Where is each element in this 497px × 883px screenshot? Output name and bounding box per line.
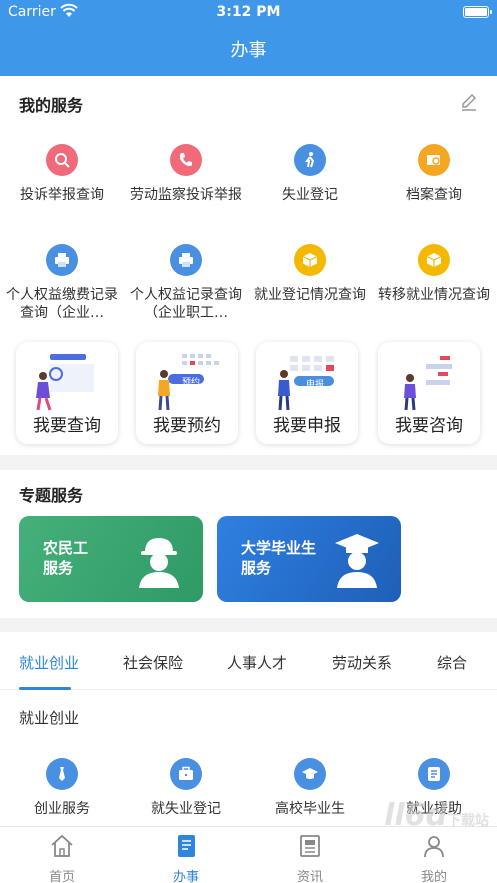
query-illustration	[36, 354, 94, 411]
home-icon	[51, 834, 73, 857]
graduates-banner[interactable]: 大学毕业生 服务	[217, 516, 401, 602]
service-archive-query[interactable]: 档案查询	[372, 144, 496, 204]
topic-section: 专题服务 农民工 服务 大学毕业生 服务	[0, 470, 497, 618]
nav-news[interactable]: 资讯	[270, 833, 350, 883]
card-consult[interactable]: 我要咨询	[378, 342, 480, 444]
service-label: 就业登记情况查询	[254, 287, 366, 303]
service-transfer-employment[interactable]: 转移就业情况查询	[372, 244, 496, 304]
card-label: 我要查询	[33, 416, 101, 436]
printer-icon	[170, 244, 202, 276]
user-icon	[424, 836, 444, 858]
service-rights-payment[interactable]: 个人权益缴费记录查询（企业…	[0, 244, 124, 322]
briefcase-icon	[170, 758, 202, 790]
banner-line2: 服务	[241, 559, 272, 577]
tab-social-insurance[interactable]: 社会保险	[123, 652, 183, 673]
card-declare[interactable]: 申报 我要申报	[256, 342, 358, 444]
tab-general[interactable]: 综合	[437, 652, 467, 673]
page-title: 办事	[230, 40, 267, 61]
card-label: 我要申报	[273, 416, 341, 436]
nav-label: 我的	[420, 870, 447, 883]
bottom-nav: 首页 办事 资讯 我的	[0, 826, 497, 883]
service-label: 创业服务	[34, 801, 90, 817]
tab-hr-talent[interactable]: 人事人才	[227, 652, 287, 673]
consult-illustration	[404, 356, 452, 411]
tab-employment[interactable]: 就业创业	[19, 652, 79, 673]
banner-line1: 农民工	[43, 539, 89, 557]
my-services-title: 我的服务	[19, 96, 84, 115]
clock: 3:12 PM	[216, 4, 281, 20]
box-icon	[418, 244, 450, 276]
declare-tag: 申报	[306, 380, 325, 390]
battery-icon	[463, 6, 492, 18]
news-icon	[300, 835, 320, 857]
appointment-tag: 预约	[182, 378, 201, 388]
service-complaint-query[interactable]: 投诉举报查询	[0, 144, 124, 204]
tab-active-indicator	[19, 687, 71, 690]
graduation-cap-icon	[294, 758, 326, 790]
worker-helmet-icon	[139, 538, 179, 588]
tie-icon	[46, 758, 78, 790]
service-label: 个人权益缴费记录查询（企业…	[6, 287, 118, 321]
service-label: 就失业登记	[151, 801, 221, 817]
category-subhead: 就业创业	[19, 709, 80, 727]
card-label: 我要预约	[153, 416, 221, 436]
phone-icon	[170, 144, 202, 176]
service-label: 失业登记	[282, 187, 338, 203]
service-rights-record[interactable]: 个人权益记录查询（企业职工…	[124, 244, 248, 322]
service-label: 劳动监察投诉举报	[130, 187, 242, 203]
person-walking-icon	[294, 144, 326, 176]
banner-line1: 大学毕业生	[241, 539, 317, 557]
card-appointment[interactable]: 预约 我要预约	[136, 342, 238, 444]
nav-label: 资讯	[296, 870, 323, 883]
graduate-cap-icon	[335, 534, 379, 588]
service-label: 投诉举报查询	[20, 187, 104, 203]
service-labor-inspection[interactable]: 劳动监察投诉举报	[124, 144, 248, 204]
service-unemployment-reg[interactable]: 失业登记	[248, 144, 372, 204]
service-label: 高校毕业生	[275, 801, 345, 817]
document-icon	[418, 758, 450, 790]
printer-icon	[46, 244, 78, 276]
nav-affairs[interactable]: 办事	[146, 833, 226, 883]
nav-label: 首页	[48, 870, 75, 883]
service-employment-reg-query[interactable]: 就业登记情况查询	[248, 244, 372, 304]
nav-mine[interactable]: 我的	[394, 833, 474, 883]
service-graduates[interactable]: 高校毕业生	[248, 758, 372, 818]
search-magnifier-icon	[46, 144, 78, 176]
service-label: 转移就业情况查询	[378, 287, 490, 303]
card-query[interactable]: 我要查询	[16, 342, 118, 444]
box-icon	[294, 244, 326, 276]
tab-labor-relations[interactable]: 劳动关系	[332, 652, 392, 673]
category-tabs: 就业创业 社会保险 人事人才 劳动关系 综合	[0, 632, 497, 690]
service-label: 个人权益记录查询（企业职工…	[130, 287, 242, 321]
edit-icon[interactable]	[459, 92, 479, 112]
my-services-section: 我的服务 投诉举报查询 劳动监察投诉举报 失业登记 档案查询 个人权益缴费记录查…	[0, 76, 497, 455]
banner-line2: 服务	[43, 559, 74, 577]
migrant-workers-banner[interactable]: 农民工 服务	[19, 516, 203, 602]
category-section: 就业创业 社会保险 人事人才 劳动关系 综合 就业创业 创业服务 就失业登记 高…	[0, 632, 497, 826]
nav-label: 办事	[172, 870, 199, 883]
nav-bar: 办事	[0, 26, 497, 76]
nav-home[interactable]: 首页	[22, 833, 102, 883]
service-label: 档案查询	[406, 187, 462, 203]
topic-title: 专题服务	[19, 486, 84, 505]
status-bar: Carrier 3:12 PM	[0, 0, 497, 26]
watermark-logo: ll6d下载站	[384, 798, 489, 833]
service-entrepreneurship[interactable]: 创业服务	[0, 758, 124, 818]
folder-search-icon	[418, 144, 450, 176]
card-label: 我要咨询	[395, 416, 463, 436]
notebook-icon	[178, 835, 195, 857]
service-employment-registration[interactable]: 就失业登记	[124, 758, 248, 818]
